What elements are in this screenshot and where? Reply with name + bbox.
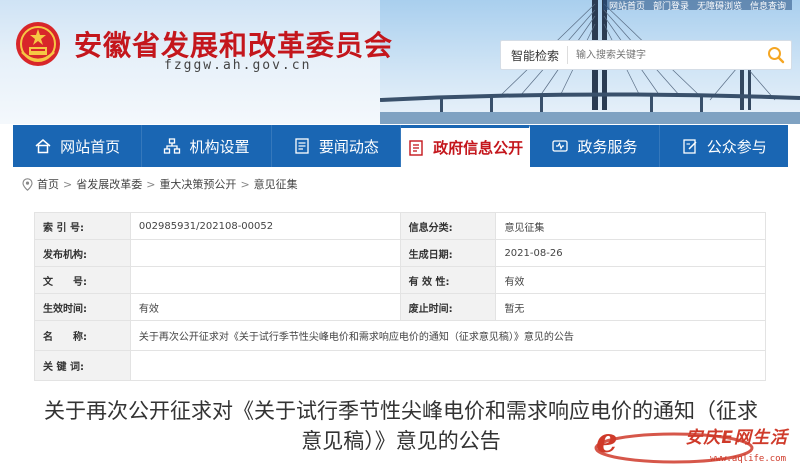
watermark-text: 安庆E网生活 bbox=[685, 428, 788, 448]
search-bar: 智能检索 bbox=[500, 40, 792, 70]
search-label: 智能检索 bbox=[511, 48, 560, 63]
document-info-table: 索 引 号: 002985931/202108-00052 信息分类: 意见征集… bbox=[34, 212, 767, 381]
breadcrumb-item[interactable]: 重大决策预公开 bbox=[159, 176, 236, 192]
news-icon bbox=[295, 138, 309, 154]
nav-item-services[interactable]: 政务服务 bbox=[530, 125, 660, 167]
org-chart-icon bbox=[164, 138, 181, 154]
category-value: 意见征集 bbox=[495, 212, 766, 240]
index-label: 索 引 号: bbox=[34, 212, 131, 240]
search-icon bbox=[768, 47, 785, 64]
table-row: 索 引 号: 002985931/202108-00052 信息分类: 意见征集 bbox=[34, 212, 766, 240]
docno-label: 文 号: bbox=[34, 266, 131, 294]
validity-value: 有效 bbox=[495, 266, 766, 294]
nav-item-organization[interactable]: 机构设置 bbox=[142, 125, 272, 167]
breadcrumb-item[interactable]: 意见征集 bbox=[254, 176, 298, 192]
docno-value bbox=[129, 266, 401, 294]
date-value: 2021-08-26 bbox=[495, 239, 766, 267]
national-emblem-logo bbox=[16, 22, 60, 66]
publisher-label: 发布机构: bbox=[34, 239, 131, 267]
keywords-label: 关 键 词: bbox=[34, 350, 131, 381]
table-row: 发布机构: 生成日期: 2021-08-26 bbox=[34, 239, 766, 267]
nav-item-label: 政务服务 bbox=[577, 137, 638, 156]
validity-label: 有 效 性: bbox=[399, 266, 497, 294]
breadcrumb-separator: > bbox=[146, 177, 156, 191]
document-icon bbox=[409, 139, 423, 156]
home-icon bbox=[35, 139, 51, 154]
top-link[interactable]: 无障碍浏览 bbox=[697, 0, 742, 12]
publisher-value bbox=[129, 239, 401, 267]
repeal-label: 废止时间: bbox=[399, 293, 497, 321]
nav-item-label: 网站首页 bbox=[60, 137, 121, 156]
site-domain: fzggw.ah.gov.cn bbox=[164, 58, 312, 73]
nav-item-news[interactable]: 要闻动态 bbox=[272, 125, 401, 167]
index-value: 002985931/202108-00052 bbox=[129, 212, 401, 240]
breadcrumb-separator: > bbox=[240, 177, 250, 191]
keywords-value bbox=[129, 350, 767, 381]
nav-item-participation[interactable]: 公众参与 bbox=[660, 125, 788, 167]
search-button[interactable] bbox=[761, 41, 791, 69]
nav-item-home[interactable]: 网站首页 bbox=[13, 125, 143, 167]
top-link[interactable]: 信息查询 bbox=[750, 0, 786, 12]
nav-item-label: 公众参与 bbox=[706, 137, 767, 156]
breadcrumb-home[interactable]: 首页 bbox=[37, 176, 59, 192]
name-value: 关于再次公开征求对《关于试行季节性尖峰电价和需求响应电价的通知（征求意见稿）》意… bbox=[129, 320, 767, 351]
service-icon bbox=[552, 140, 569, 152]
effective-value: 有效 bbox=[129, 293, 401, 321]
nav-item-label: 政府信息公开 bbox=[433, 139, 524, 157]
breadcrumb-item[interactable]: 省发展改革委 bbox=[76, 176, 142, 192]
top-link[interactable]: 部门登录 bbox=[653, 0, 689, 12]
watermark-url: www.aqlife.com bbox=[710, 454, 786, 464]
main-nav: 网站首页 机构设置 要闻动态 政府信息公开 政务服务 公众参与 bbox=[13, 125, 788, 167]
breadcrumb: 首页 > 省发展改革委 > 重大决策预公开 > 意见征集 bbox=[22, 176, 298, 192]
participation-icon bbox=[683, 139, 697, 154]
table-row: 名 称: 关于再次公开征求对《关于试行季节性尖峰电价和需求响应电价的通知（征求意… bbox=[34, 320, 767, 351]
top-link[interactable]: 网站首页 bbox=[609, 0, 645, 12]
nav-item-label: 机构设置 bbox=[189, 137, 250, 156]
search-input[interactable] bbox=[567, 46, 761, 64]
breadcrumb-separator: > bbox=[63, 177, 73, 191]
site-header: 网站首页 部门登录 无障碍浏览 信息查询 安徽省发展和改革委员会 fzggw.a… bbox=[0, 0, 800, 124]
table-row: 生效时间: 有效 废止时间: 暂无 bbox=[34, 293, 766, 321]
nav-item-label: 要闻动态 bbox=[318, 137, 379, 156]
top-links-bar: 网站首页 部门登录 无障碍浏览 信息查询 bbox=[602, 0, 792, 12]
effective-label: 生效时间: bbox=[34, 293, 131, 321]
svg-text:e: e bbox=[596, 421, 618, 461]
table-row: 关 键 词: bbox=[34, 350, 767, 381]
nav-item-gov-info[interactable]: 政府信息公开 bbox=[400, 125, 531, 167]
category-label: 信息分类: bbox=[399, 212, 497, 240]
location-pin-icon bbox=[22, 177, 33, 191]
name-label: 名 称: bbox=[34, 320, 131, 351]
date-label: 生成日期: bbox=[399, 239, 497, 267]
table-row: 文 号: 有 效 性: 有效 bbox=[34, 266, 766, 294]
repeal-value: 暂无 bbox=[495, 293, 766, 321]
